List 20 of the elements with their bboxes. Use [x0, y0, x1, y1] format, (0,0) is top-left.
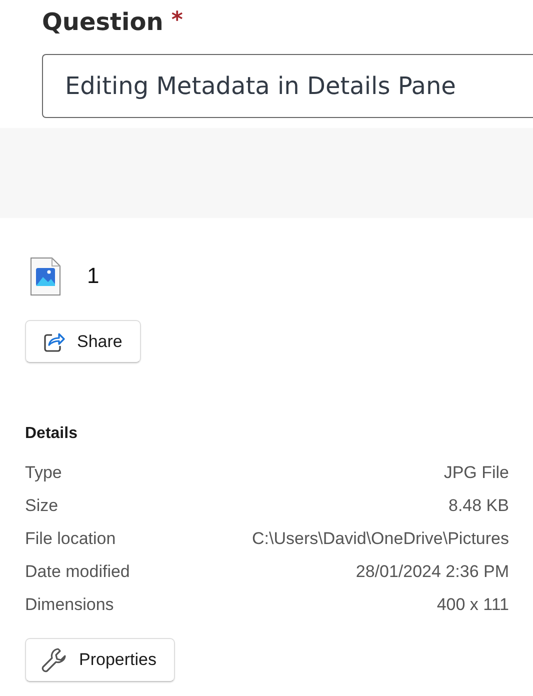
detail-value: 8.48 KB: [448, 496, 509, 516]
detail-label: Dimensions: [25, 595, 114, 615]
detail-value: JPG File: [444, 463, 509, 483]
file-name: 1: [87, 263, 100, 289]
field-label: Question: [42, 8, 164, 36]
share-button[interactable]: Share: [25, 320, 142, 363]
detail-value: 400 x 111: [436, 595, 509, 615]
required-mark: *: [171, 8, 183, 33]
properties-button[interactable]: Properties: [25, 638, 176, 682]
section-heading: Details: [25, 425, 78, 443]
detail-value: 28/01/2024 2:36 PM: [356, 562, 509, 582]
question-input[interactable]: Editing Metadata in Details Pane: [42, 54, 533, 118]
detail-label: Type: [25, 463, 62, 483]
detail-label: Date modified: [25, 562, 130, 582]
detail-value: C:\Users\David\OneDrive\Pictures: [252, 529, 509, 549]
share-icon: [43, 330, 65, 352]
image-file-icon: [30, 256, 61, 296]
wrench-icon: [41, 647, 67, 673]
detail-label: Size: [25, 496, 58, 516]
detail-label: File location: [25, 529, 116, 549]
